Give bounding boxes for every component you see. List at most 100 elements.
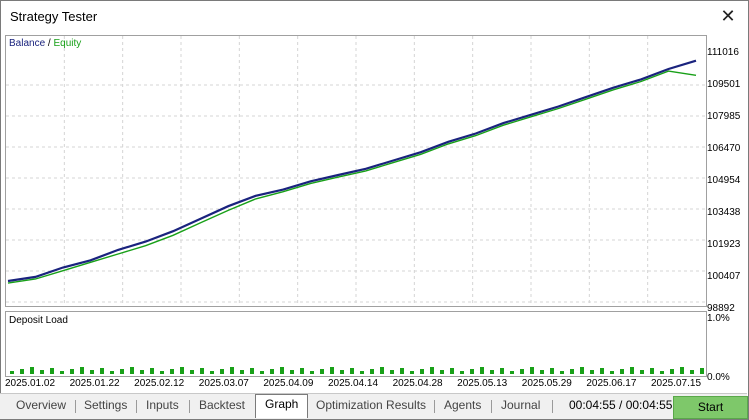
tab-divider (189, 400, 190, 413)
deposit-load-bar (420, 369, 424, 374)
balance-line (7, 59, 697, 283)
tab-divider (552, 400, 553, 413)
tab-divider (434, 400, 435, 413)
deposit-tick-max: 1.0% (707, 313, 730, 324)
y-tick-label: 101923 (707, 239, 741, 250)
deposit-load-bar (270, 369, 274, 374)
deposit-load-bar (550, 368, 554, 374)
deposit-load-bar (600, 368, 604, 374)
y-tick-label: 107985 (707, 111, 741, 122)
x-tick-label: 2025.03.07 (198, 378, 249, 389)
deposit-load-bar (660, 371, 664, 374)
deposit-load-bar (520, 369, 524, 374)
x-tick-label: 2025.04.28 (392, 378, 443, 389)
deposit-load-bar (480, 367, 484, 374)
deposit-load-bar (410, 371, 414, 374)
tab-divider (491, 400, 492, 413)
equity-line (7, 70, 697, 284)
deposit-tick-min: 0.0% (707, 372, 730, 383)
deposit-load-bar (170, 369, 174, 374)
elapsed-timer: 00:04:55 / 00:04:55 (569, 398, 673, 412)
start-button[interactable]: Start (673, 396, 748, 419)
deposit-load-plot (10, 367, 704, 374)
deposit-load-bar (300, 368, 304, 374)
close-icon[interactable]: ✕ (718, 6, 738, 26)
deposit-load-bar (60, 371, 64, 374)
window-title: Strategy Tester (10, 9, 98, 24)
tab-graph[interactable]: Graph (255, 394, 309, 418)
y-tick-label: 104954 (707, 175, 741, 186)
deposit-load-bar (330, 367, 334, 374)
deposit-load-bar (560, 371, 564, 374)
deposit-load-bar (90, 370, 94, 374)
deposit-load-title: Deposit Load (9, 315, 68, 326)
legend-balance: Balance (9, 38, 46, 49)
deposit-load-bar (580, 367, 584, 374)
deposit-load-bar (20, 369, 24, 374)
deposit-load-bar (650, 368, 654, 374)
y-tick-label: 109501 (707, 79, 741, 90)
y-tick-label: 100407 (707, 271, 741, 282)
y-tick-label: 106470 (707, 143, 741, 154)
y-tick-label: 103438 (707, 207, 741, 218)
deposit-load-bar (250, 368, 254, 374)
x-tick-label: 2025.04.14 (327, 378, 379, 389)
deposit-load-bar (640, 370, 644, 374)
tab-settings[interactable]: Settings (84, 398, 127, 412)
tab-backtest[interactable]: Backtest (199, 398, 245, 412)
deposit-load-bar (230, 367, 234, 374)
deposit-load-bar (110, 371, 114, 374)
deposit-load-bar (130, 367, 134, 374)
x-tick-label: 2025.01.22 (69, 378, 120, 389)
deposit-load-bar (220, 369, 224, 374)
x-tick-label: 2025.06.17 (586, 378, 637, 389)
deposit-load-bar (670, 369, 674, 374)
deposit-load-bar (80, 367, 84, 374)
balance-equity-plot (6, 36, 706, 306)
deposit-load-bar (340, 370, 344, 374)
deposit-load-bar (630, 367, 634, 374)
balance-equity-chart (5, 35, 707, 307)
deposit-load-bar (470, 369, 474, 374)
deposit-load-bar (540, 370, 544, 374)
deposit-load-bar (320, 369, 324, 374)
deposit-load-bar (690, 370, 694, 374)
deposit-load-bar (70, 369, 74, 374)
deposit-load-bar (530, 367, 534, 374)
deposit-load-bar (620, 369, 624, 374)
deposit-load-bar (440, 370, 444, 374)
deposit-load-bar (40, 370, 44, 374)
deposit-load-bar (450, 368, 454, 374)
deposit-load-bar (310, 371, 314, 374)
x-tick-label: 2025.05.29 (521, 378, 572, 389)
deposit-load-bar (490, 370, 494, 374)
tab-agents[interactable]: Agents (444, 398, 481, 412)
deposit-load-bar (430, 367, 434, 374)
deposit-load-bar (700, 368, 704, 374)
title-bar: Strategy Tester ✕ (1, 1, 748, 32)
deposit-load-bar (210, 371, 214, 374)
deposit-load-bar (50, 368, 54, 374)
deposit-load-bar (200, 368, 204, 374)
y-tick-label: 111016 (707, 47, 739, 58)
deposit-load-bar (500, 368, 504, 374)
deposit-load-bar (380, 367, 384, 374)
tab-overview[interactable]: Overview (16, 398, 66, 412)
x-tick-label: 2025.02.12 (134, 378, 185, 389)
deposit-load-bar (510, 371, 514, 374)
deposit-load-bar (180, 367, 184, 374)
deposit-load-chart (5, 311, 707, 377)
tab-optimization-results[interactable]: Optimization Results (316, 398, 426, 412)
legend-equity: Equity (53, 38, 82, 49)
deposit-load-bar (360, 371, 364, 374)
tab-journal[interactable]: Journal (501, 398, 540, 412)
tab-inputs[interactable]: Inputs (146, 398, 179, 412)
deposit-load-bar (100, 368, 104, 374)
deposit-load-bar (610, 371, 614, 374)
deposit-load-bar (400, 368, 404, 374)
deposit-load-bar (120, 369, 124, 374)
x-tick-label: 2025.01.02 (4, 378, 56, 389)
chart-legend: Balance / Equity (9, 38, 81, 49)
tab-divider (75, 400, 76, 413)
deposit-load-bar (160, 371, 164, 374)
